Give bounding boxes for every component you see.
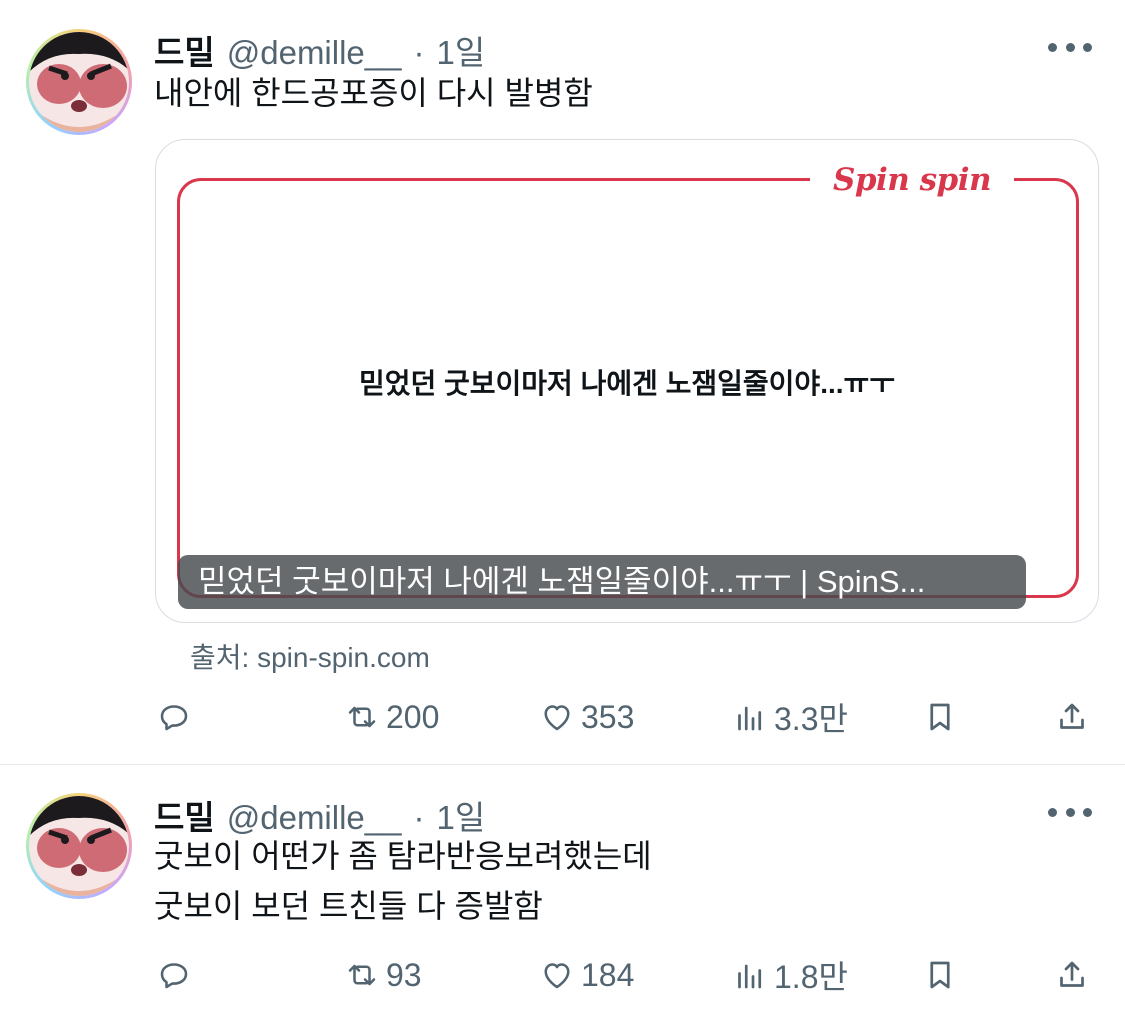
share-icon (1060, 961, 1084, 987)
view-count: 1.8만 (774, 959, 848, 995)
avatar[interactable] (26, 793, 132, 899)
retweet-count: 93 (386, 956, 422, 993)
tweet[interactable]: 드밀 @demille__ · 1일 굿보이 어떤가 좀 탐라반응보려했는데 굿… (0, 765, 1125, 1019)
card-caption: 믿었던 굿보이마저 나에겐 노잼일줄이야...ㅠㅜ | SpinS... (178, 555, 1026, 609)
tweet-text-line: 굿보이 어떤가 좀 탐라반응보려했는데 (154, 838, 652, 874)
reply-icon (160, 963, 188, 989)
avatar-image (29, 32, 129, 132)
user-handle[interactable]: @demille__ (227, 34, 402, 72)
like-button[interactable]: 184 (539, 955, 634, 995)
card-brand-logo: Spin spin (810, 158, 1014, 202)
retweet-icon (348, 964, 376, 986)
views-icon (738, 964, 762, 989)
tweet-header: 드밀 @demille__ · 1일 (154, 791, 485, 836)
bookmark-button[interactable] (922, 955, 958, 995)
retweet-button[interactable]: 200 (344, 697, 439, 737)
tweet-header: 드밀 @demille__ · 1일 (154, 26, 485, 71)
more-icon[interactable] (1048, 41, 1092, 53)
card-source[interactable]: 출처: spin-spin.com (190, 636, 430, 676)
retweet-icon (348, 706, 376, 728)
link-card[interactable]: Spin spin 믿었던 굿보이마저 나에겐 노잼일줄이야...ㅠㅜ 믿었던 … (155, 139, 1099, 623)
action-bar: 200 353 3.3만 (156, 697, 1096, 737)
tweet-text-line: 굿보이 보던 트친들 다 증발함 (154, 888, 543, 924)
share-button[interactable] (1054, 955, 1090, 995)
tweet-text: 내안에 한드공포증이 다시 발병함 (154, 68, 593, 118)
action-bar: 93 184 1.8만 (156, 955, 1096, 995)
like-button[interactable]: 353 (539, 697, 634, 737)
tweet[interactable]: 드밀 @demille__ · 1일 내안에 한드공포증이 다시 발병함 Spi… (0, 0, 1125, 765)
tweet-text-line: 내안에 한드공포증이 다시 발병함 (154, 75, 593, 111)
views-icon (738, 706, 762, 731)
views-button[interactable]: 3.3만 (732, 697, 848, 737)
view-count: 3.3만 (774, 701, 848, 737)
timestamp[interactable]: 1일 (436, 26, 485, 74)
share-icon (1060, 703, 1084, 729)
reply-button[interactable] (156, 955, 192, 995)
bookmark-icon (930, 961, 950, 989)
retweet-button[interactable]: 93 (344, 955, 422, 995)
avatar[interactable] (26, 29, 132, 135)
like-icon (544, 705, 570, 731)
display-name[interactable]: 드밀 (154, 26, 215, 74)
bookmark-button[interactable] (922, 697, 958, 737)
share-button[interactable] (1054, 697, 1090, 737)
reply-icon (160, 705, 188, 731)
avatar-image (29, 796, 129, 896)
retweet-count: 200 (386, 698, 440, 735)
bookmark-icon (930, 703, 950, 731)
like-icon (544, 963, 570, 989)
more-icon[interactable] (1048, 806, 1092, 818)
views-button[interactable]: 1.8만 (732, 955, 848, 995)
like-count: 184 (581, 956, 635, 993)
card-headline: 믿었던 굿보이마저 나에겐 노잼일줄이야...ㅠㅜ (358, 368, 896, 399)
like-count: 353 (581, 698, 635, 735)
tweet-text: 굿보이 어떤가 좀 탐라반응보려했는데 굿보이 보던 트친들 다 증발함 (154, 831, 652, 931)
separator-dot: · (413, 34, 425, 71)
reply-button[interactable] (156, 697, 192, 737)
